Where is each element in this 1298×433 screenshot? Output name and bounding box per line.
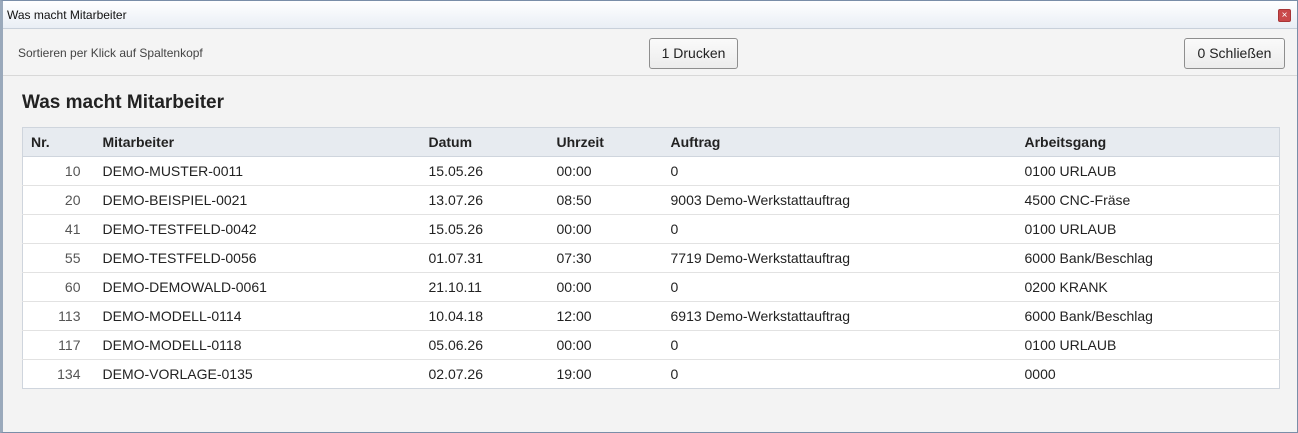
- cell-uhrzeit: 00:00: [548, 272, 663, 302]
- column-header-arbeitsgang[interactable]: Arbeitsgang: [1016, 127, 1280, 157]
- cell-datum: 10.04.18: [420, 301, 549, 331]
- dialog-window: Was macht Mitarbeiter × Sortieren per Kl…: [0, 0, 1298, 433]
- print-button[interactable]: 1 Drucken: [649, 38, 738, 69]
- cell-datum: 02.07.26: [420, 359, 549, 389]
- sort-hint: Sortieren per Klick auf Spaltenkopf: [18, 46, 203, 60]
- cell-uhrzeit: 00:00: [548, 156, 663, 186]
- cell-datum: 21.10.11: [420, 272, 549, 302]
- cell-datum: 15.05.26: [420, 214, 549, 244]
- cell-arbeitsgang: 6000 Bank/Beschlag: [1016, 243, 1280, 273]
- table-row[interactable]: 41 DEMO-TESTFELD-0042 15.05.26 00:00 0 0…: [22, 214, 1280, 244]
- cell-datum: 05.06.26: [420, 330, 549, 360]
- cell-arbeitsgang: 0200 KRANK: [1016, 272, 1280, 302]
- table-row[interactable]: 55 DEMO-TESTFELD-0056 01.07.31 07:30 771…: [22, 243, 1280, 273]
- cell-nr: 41: [22, 214, 95, 244]
- cell-arbeitsgang: 0100 URLAUB: [1016, 330, 1280, 360]
- cell-mitarbeiter: DEMO-TESTFELD-0056: [94, 243, 421, 273]
- cell-arbeitsgang: 0000: [1016, 359, 1280, 389]
- title-bar[interactable]: Was macht Mitarbeiter ×: [3, 1, 1297, 29]
- cell-uhrzeit: 00:00: [548, 214, 663, 244]
- window-close-icon[interactable]: ×: [1278, 9, 1291, 22]
- cell-auftrag: 0: [662, 359, 1017, 389]
- table-row[interactable]: 20 DEMO-BEISPIEL-0021 13.07.26 08:50 900…: [22, 185, 1280, 215]
- cell-arbeitsgang: 0100 URLAUB: [1016, 214, 1280, 244]
- cell-nr: 10: [22, 156, 95, 186]
- cell-mitarbeiter: DEMO-MODELL-0118: [94, 330, 421, 360]
- column-header-uhrzeit[interactable]: Uhrzeit: [548, 127, 663, 157]
- window-title: Was macht Mitarbeiter: [7, 8, 127, 22]
- cell-nr: 60: [22, 272, 95, 302]
- cell-arbeitsgang: 6000 Bank/Beschlag: [1016, 301, 1280, 331]
- cell-mitarbeiter: DEMO-TESTFELD-0042: [94, 214, 421, 244]
- cell-arbeitsgang: 4500 CNC-Fräse: [1016, 185, 1280, 215]
- toolbar: Sortieren per Klick auf Spaltenkopf 1 Dr…: [3, 30, 1297, 76]
- cell-auftrag: 0: [662, 156, 1017, 186]
- employee-activity-table: Nr. Mitarbeiter Datum Uhrzeit Auftrag Ar…: [22, 127, 1280, 389]
- cell-nr: 117: [22, 330, 95, 360]
- column-header-mitarbeiter[interactable]: Mitarbeiter: [94, 127, 421, 157]
- page-title: Was macht Mitarbeiter: [22, 92, 225, 113]
- cell-auftrag: 7719 Demo-Werkstattauftrag: [662, 243, 1017, 273]
- column-header-datum[interactable]: Datum: [420, 127, 549, 157]
- cell-nr: 20: [22, 185, 95, 215]
- cell-uhrzeit: 08:50: [548, 185, 663, 215]
- cell-mitarbeiter: DEMO-MUSTER-0011: [94, 156, 421, 186]
- cell-datum: 15.05.26: [420, 156, 549, 186]
- cell-mitarbeiter: DEMO-VORLAGE-0135: [94, 359, 421, 389]
- cell-nr: 55: [22, 243, 95, 273]
- cell-uhrzeit: 12:00: [548, 301, 663, 331]
- table-header-row: Nr. Mitarbeiter Datum Uhrzeit Auftrag Ar…: [22, 127, 1280, 157]
- cell-auftrag: 6913 Demo-Werkstattauftrag: [662, 301, 1017, 331]
- content-area: Was macht Mitarbeiter Nr. Mitarbeiter Da…: [3, 77, 1297, 432]
- cell-auftrag: 0: [662, 330, 1017, 360]
- cell-uhrzeit: 00:00: [548, 330, 663, 360]
- cell-auftrag: 0: [662, 272, 1017, 302]
- table-row[interactable]: 134 DEMO-VORLAGE-0135 02.07.26 19:00 0 0…: [22, 359, 1280, 389]
- cell-datum: 13.07.26: [420, 185, 549, 215]
- table-row[interactable]: 113 DEMO-MODELL-0114 10.04.18 12:00 6913…: [22, 301, 1280, 331]
- table-row[interactable]: 60 DEMO-DEMOWALD-0061 21.10.11 00:00 0 0…: [22, 272, 1280, 302]
- cell-mitarbeiter: DEMO-MODELL-0114: [94, 301, 421, 331]
- close-button[interactable]: 0 Schließen: [1184, 38, 1285, 69]
- table-row[interactable]: 10 DEMO-MUSTER-0011 15.05.26 00:00 0 010…: [22, 156, 1280, 186]
- column-header-auftrag[interactable]: Auftrag: [662, 127, 1017, 157]
- cell-auftrag: 0: [662, 214, 1017, 244]
- table-row[interactable]: 117 DEMO-MODELL-0118 05.06.26 00:00 0 01…: [22, 330, 1280, 360]
- cell-uhrzeit: 07:30: [548, 243, 663, 273]
- cell-uhrzeit: 19:00: [548, 359, 663, 389]
- cell-datum: 01.07.31: [420, 243, 549, 273]
- cell-auftrag: 9003 Demo-Werkstattauftrag: [662, 185, 1017, 215]
- cell-mitarbeiter: DEMO-BEISPIEL-0021: [94, 185, 421, 215]
- cell-mitarbeiter: DEMO-DEMOWALD-0061: [94, 272, 421, 302]
- cell-arbeitsgang: 0100 URLAUB: [1016, 156, 1280, 186]
- column-header-nr[interactable]: Nr.: [22, 127, 95, 157]
- cell-nr: 113: [22, 301, 95, 331]
- cell-nr: 134: [22, 359, 95, 389]
